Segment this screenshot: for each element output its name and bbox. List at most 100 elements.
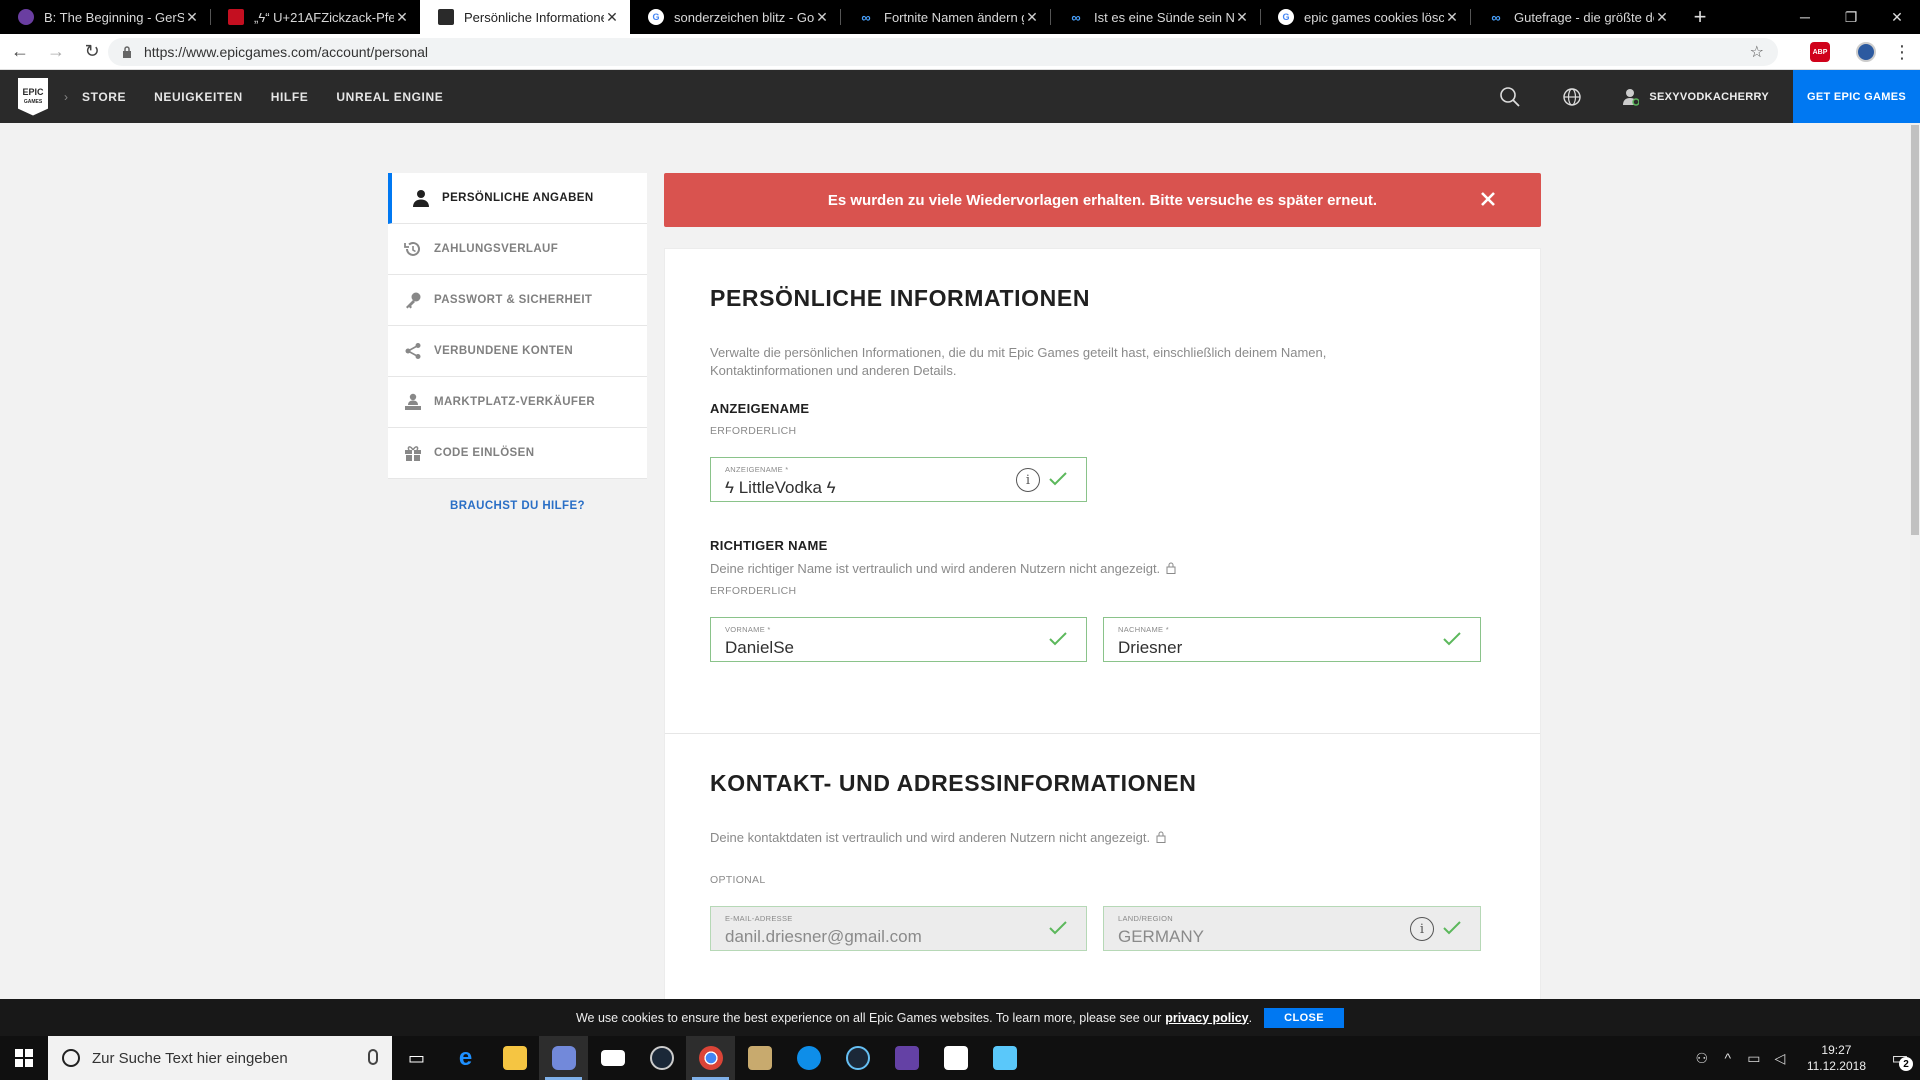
user-menu[interactable]: SEXYVODKACHERRY	[1623, 88, 1769, 106]
history-icon	[404, 241, 420, 256]
tab-favicon-icon	[18, 9, 34, 25]
need-help-link[interactable]: BRAUCHST DU HILFE?	[388, 500, 647, 512]
network-icon[interactable]: ▭	[1741, 1050, 1767, 1067]
share-icon	[405, 343, 421, 359]
lock-icon	[123, 46, 131, 58]
bookmark-star-icon[interactable]: ☆	[1750, 42, 1764, 62]
notification-icon[interactable]: ▭ 2	[1880, 1036, 1920, 1080]
page-scrollbar[interactable]	[1910, 123, 1920, 999]
forward-icon[interactable]: →	[40, 36, 72, 68]
file-explorer-icon[interactable]	[490, 1036, 539, 1080]
taskbar-clock[interactable]: 19:27 11.12.2018	[1807, 1042, 1866, 1074]
browser-tab[interactable]: ∞Gutefrage - die größte deut✕	[1470, 0, 1680, 34]
sidebar-item-password[interactable]: PASSWORT & SICHERHEIT	[388, 275, 647, 326]
nav-store[interactable]: STORE	[82, 90, 126, 104]
profile-avatar-icon[interactable]	[1856, 42, 1876, 62]
back-icon[interactable]: ←	[4, 36, 36, 68]
browser-tab-active[interactable]: Persönliche Informationen ✕	[420, 0, 630, 34]
chrome-icon[interactable]	[686, 1036, 735, 1080]
close-tab-icon[interactable]: ✕	[814, 9, 830, 26]
privacy-policy-link[interactable]: privacy policy	[1165, 1011, 1248, 1025]
sidebar-item-personal[interactable]: PERSÖNLICHE ANGABEN	[388, 173, 647, 224]
gutefrage-favicon-icon: ∞	[1491, 9, 1501, 25]
url-text: https://www.epicgames.com/account/person…	[144, 44, 429, 60]
browser-tab[interactable]: Gepic games cookies löschen✕	[1260, 0, 1470, 34]
system-tray: ⚇ ^ ▭ ◁ 19:27 11.12.2018 ▭ 2	[1689, 1036, 1920, 1080]
nav-help[interactable]: HILFE	[271, 90, 309, 104]
close-tab-icon[interactable]: ✕	[1444, 9, 1460, 26]
close-tab-icon[interactable]: ✕	[1234, 9, 1250, 26]
epic-games-logo[interactable]: EPIC GAMES	[18, 77, 48, 116]
close-tab-icon[interactable]: ✕	[604, 9, 620, 26]
discord-icon[interactable]	[539, 1036, 588, 1080]
nav-news[interactable]: NEUIGKEITEN	[154, 90, 243, 104]
seller-icon	[405, 393, 421, 410]
sidebar-item-payments[interactable]: ZAHLUNGSVERLAUF	[388, 224, 647, 275]
page-title: PERSÖNLICHE INFORMATIONEN	[710, 285, 1091, 311]
volume-icon[interactable]: ◁	[1767, 1050, 1793, 1067]
globe-icon[interactable]	[1561, 86, 1583, 108]
edge-icon[interactable]: e	[441, 1036, 490, 1080]
lock-icon	[1166, 562, 1176, 574]
country-value: GERMANY	[1118, 927, 1204, 946]
browser-tab[interactable]: B: The Beginning - GerSub✕	[0, 0, 210, 34]
browser-tab[interactable]: „ϟ“ U+21AFZickzack-Pfeil n✕	[210, 0, 420, 34]
people-icon[interactable]: ⚇	[1689, 1050, 1715, 1067]
info-icon[interactable]: i	[1016, 468, 1040, 492]
check-icon	[1443, 632, 1461, 646]
steam-icon[interactable]	[637, 1036, 686, 1080]
task-view-icon[interactable]: ▭	[392, 1036, 441, 1080]
chevron-right-icon[interactable]: ›	[64, 90, 68, 104]
close-tab-icon[interactable]: ✕	[1024, 9, 1040, 26]
adblock-extension-icon[interactable]: ABP	[1810, 42, 1830, 62]
last-name-field[interactable]: NACHNAME * Driesner	[1103, 617, 1481, 662]
windows-start-icon[interactable]	[0, 1036, 48, 1080]
browser-tab[interactable]: ∞Ist es eine Sünde sein Nam✕	[1050, 0, 1260, 34]
menu-dots-icon[interactable]: ⋮	[1886, 36, 1918, 68]
close-tab-icon[interactable]: ✕	[184, 9, 200, 26]
sidebar-item-connections[interactable]: VERBUNDENE KONTEN	[388, 326, 647, 377]
display-name-value: ϟ LittleVodka ϟ	[725, 478, 836, 497]
league-of-legends-icon[interactable]	[735, 1036, 784, 1080]
taskbar-search-input[interactable]: Zur Suche Text hier eingeben	[48, 1036, 392, 1080]
check-icon	[1049, 921, 1067, 935]
close-window-icon[interactable]: ✕	[1874, 0, 1920, 34]
tab-favicon-icon	[438, 9, 454, 25]
close-tab-icon[interactable]: ✕	[1654, 9, 1670, 26]
twitch-icon[interactable]	[882, 1036, 931, 1080]
tab-favicon-icon	[228, 9, 244, 25]
required-label: ERFORDERLICH	[710, 585, 797, 597]
get-epic-games-button[interactable]: GET EPIC GAMES	[1793, 70, 1920, 123]
new-tab-button[interactable]: +	[1680, 0, 1720, 34]
close-tab-icon[interactable]: ✕	[394, 9, 410, 26]
first-name-field[interactable]: VORNAME * DanielSe	[710, 617, 1087, 662]
steam-icon[interactable]	[833, 1036, 882, 1080]
epic-launcher-icon[interactable]	[931, 1036, 980, 1080]
address-bar[interactable]: https://www.epicgames.com/account/person…	[108, 38, 1778, 66]
browser-tab[interactable]: Gsonderzeichen blitz - Goog ✕	[630, 0, 840, 34]
check-icon	[1049, 472, 1067, 486]
scrollbar-thumb[interactable]	[1911, 125, 1919, 535]
info-icon[interactable]: i	[1410, 917, 1434, 941]
teamviewer-icon[interactable]	[784, 1036, 833, 1080]
cookie-close-button[interactable]: CLOSE	[1264, 1007, 1345, 1028]
close-icon[interactable]	[1479, 190, 1497, 208]
account-sidebar: PERSÖNLICHE ANGABEN ZAHLUNGSVERLAUF PASS…	[388, 173, 647, 479]
chevron-up-icon[interactable]: ^	[1715, 1050, 1741, 1066]
display-name-field[interactable]: ANZEIGENAME * ϟ LittleVodka ϟ i	[710, 457, 1087, 502]
section-divider	[665, 733, 1540, 734]
nav-unreal-engine[interactable]: UNREAL ENGINE	[336, 90, 443, 104]
search-icon[interactable]	[1499, 86, 1521, 108]
minimize-icon[interactable]: ─	[1782, 0, 1828, 34]
sidebar-item-marketplace[interactable]: MARKTPLATZ-VERKÄUFER	[388, 377, 647, 428]
lock-icon	[1156, 831, 1166, 843]
fortnite-icon[interactable]	[980, 1036, 1029, 1080]
microphone-icon[interactable]	[368, 1049, 378, 1065]
person-icon	[413, 190, 429, 207]
sidebar-item-redeem[interactable]: CODE EINLÖSEN	[388, 428, 647, 479]
restore-icon[interactable]: ❐	[1828, 0, 1874, 34]
reload-icon[interactable]: ↻	[76, 36, 108, 68]
mail-icon[interactable]	[588, 1036, 637, 1080]
browser-tab-strip: B: The Beginning - GerSub✕ „ϟ“ U+21AFZic…	[0, 0, 1920, 34]
browser-tab[interactable]: ∞Fortnite Namen ändern geh✕	[840, 0, 1050, 34]
